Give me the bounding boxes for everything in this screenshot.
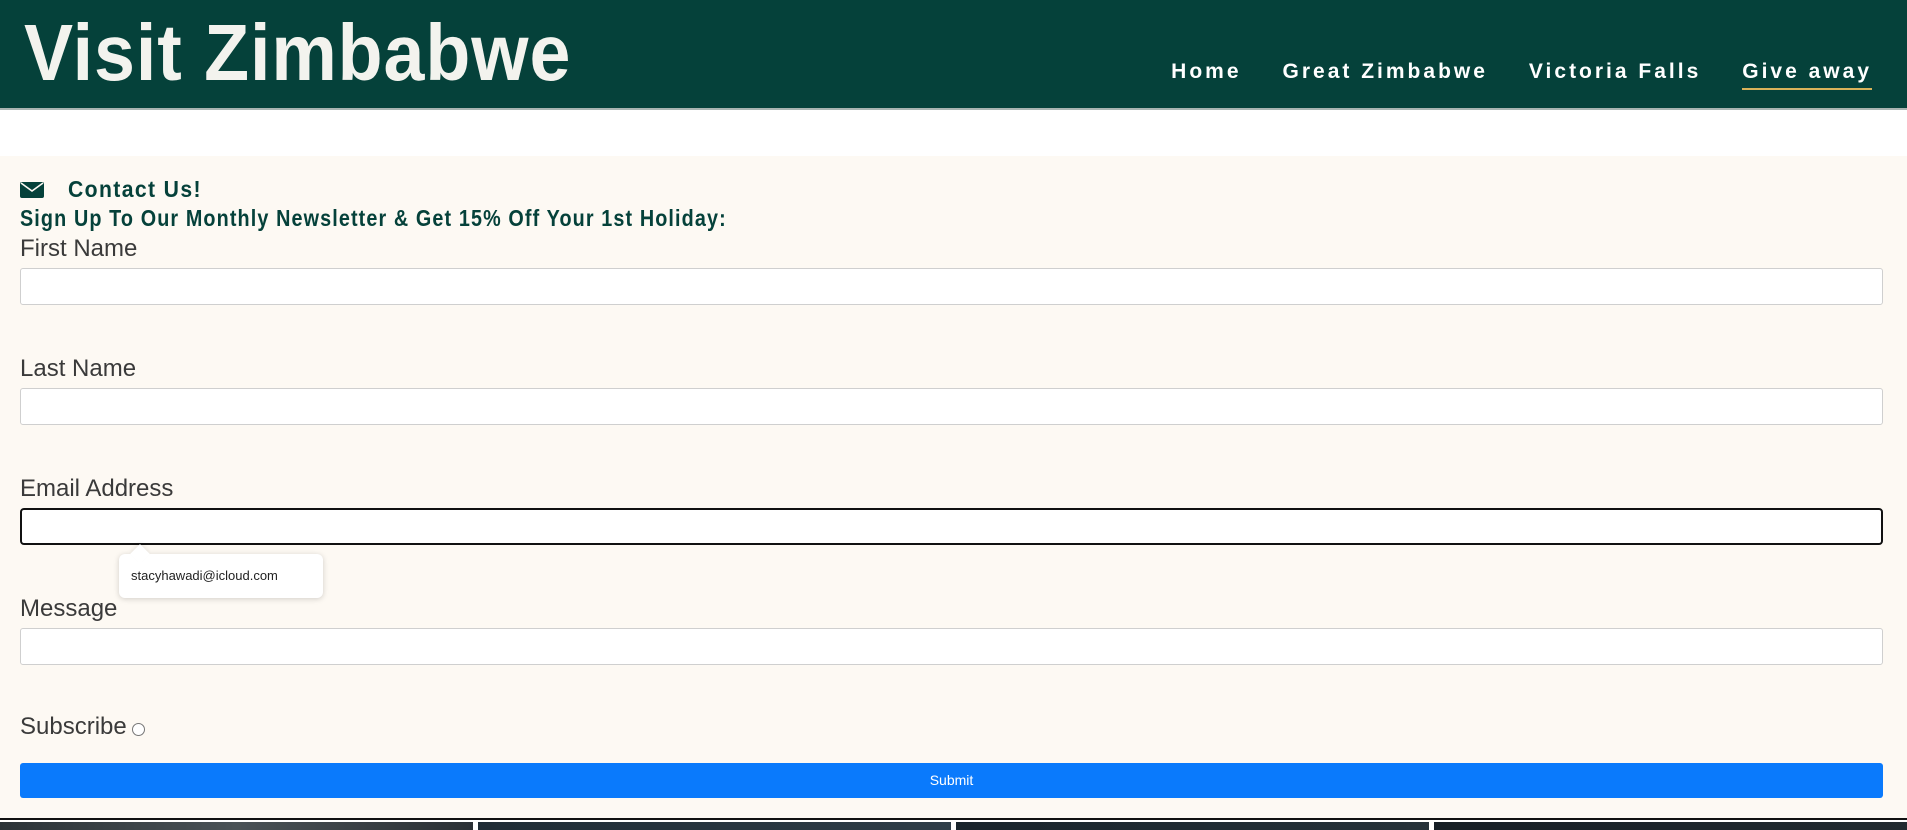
gallery-image[interactable] <box>478 822 951 830</box>
subscribe-label: Subscribe <box>20 713 127 740</box>
contact-section: Contact Us! Sign Up To Our Monthly Newsl… <box>0 156 1907 820</box>
site-header: Visit Zimbabwe Home Great Zimbabwe Victo… <box>0 0 1907 110</box>
gallery-image[interactable] <box>0 822 473 830</box>
main-nav: Home Great Zimbabwe Victoria Falls Give … <box>1171 58 1872 90</box>
contact-heading: Contact Us! <box>20 176 214 203</box>
image-gallery <box>0 822 1907 830</box>
subscribe-radio[interactable] <box>131 722 145 736</box>
submit-button[interactable]: Submit <box>20 763 1883 798</box>
nav-item-give-away[interactable]: Give away <box>1742 58 1872 90</box>
newsletter-subtitle: Sign Up To Our Monthly Newsletter & Get … <box>20 205 727 231</box>
last-name-input[interactable] <box>20 388 1883 425</box>
message-input[interactable] <box>20 628 1883 665</box>
last-name-label: Last Name <box>20 355 137 382</box>
gallery-divider <box>0 818 1907 820</box>
site-title[interactable]: Visit Zimbabwe <box>24 8 571 98</box>
first-name-label: First Name <box>20 235 138 262</box>
email-label: Email Address <box>20 475 174 502</box>
first-name-input[interactable] <box>20 268 1883 305</box>
subscribe-row: Subscribe <box>20 713 145 741</box>
nav-item-home[interactable]: Home <box>1171 58 1241 90</box>
envelope-icon <box>20 180 44 200</box>
message-label: Message <box>20 595 118 622</box>
gallery-image[interactable] <box>956 822 1429 830</box>
nav-item-great-zimbabwe[interactable]: Great Zimbabwe <box>1283 58 1488 90</box>
email-autofill-suggestion[interactable]: stacyhawadi@icloud.com <box>119 554 323 598</box>
contact-title: Contact Us! <box>68 176 202 202</box>
nav-item-victoria-falls[interactable]: Victoria Falls <box>1529 58 1701 90</box>
gallery-image[interactable] <box>1434 822 1907 830</box>
email-input[interactable] <box>20 508 1883 545</box>
